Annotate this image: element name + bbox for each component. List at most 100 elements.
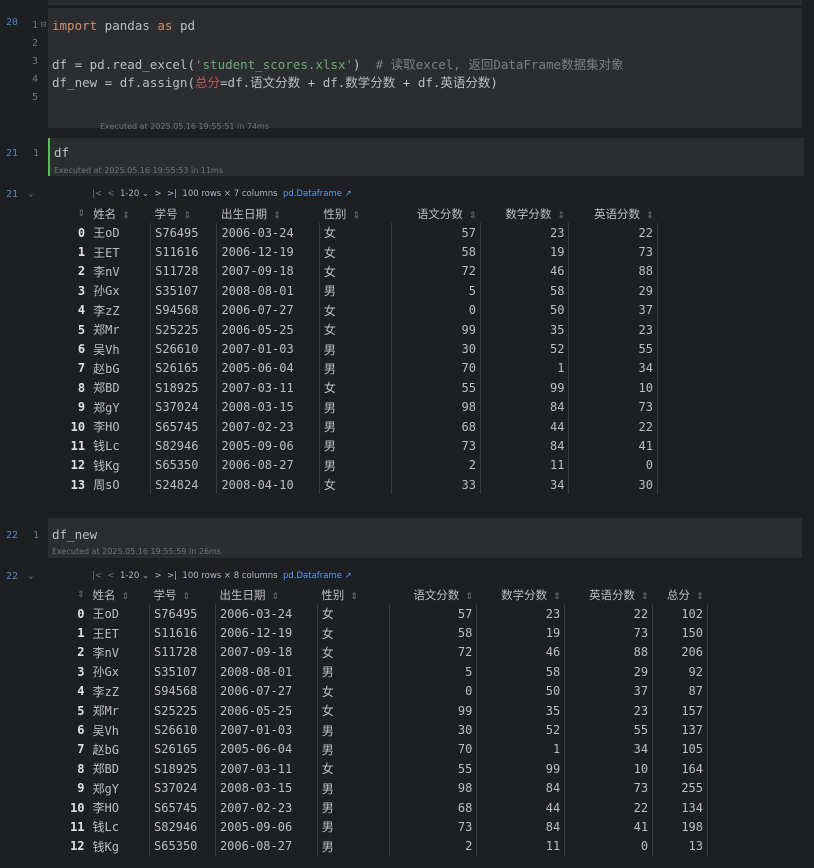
code-line[interactable]: import pandas as pd xyxy=(52,18,195,33)
column-header[interactable]: 学号 ⇕ xyxy=(150,585,216,604)
column-header[interactable]: 出生日期 ⇕ xyxy=(217,204,319,223)
dataframe-type-link[interactable]: pd.Dataframe ↗ xyxy=(283,571,352,581)
next-page-icon[interactable]: > xyxy=(154,189,161,199)
column-header[interactable]: 姓名 ⇕ xyxy=(89,204,151,223)
table-row[interactable]: 6 吴Vh S26610 2007-01-03 男 30 52 55 xyxy=(48,339,658,359)
table-row[interactable]: 4 李zZ S94568 2006-07-27 女 0 50 37 xyxy=(48,300,658,320)
table-row[interactable]: 3 孙Gx S35107 2008-08-01 男 5 58 29 92 xyxy=(48,662,708,682)
row-index: 12 xyxy=(70,458,86,473)
table-row[interactable]: 13 周sO S24824 2008-04-10 女 33 34 30 xyxy=(48,475,658,495)
table-cell: S26610 xyxy=(150,339,218,359)
sort-icon[interactable]: ⇕ xyxy=(122,592,130,602)
table-row[interactable]: 5 郑Mr S25225 2006-05-25 女 99 35 23 157 xyxy=(48,700,708,721)
sort-icon[interactable]: ⇕ xyxy=(350,592,358,602)
code-cell-22[interactable]: df_new Executed at 2025.05.16 19:55:59 i… xyxy=(48,518,802,558)
table-row[interactable]: 7 赵bG S26165 2005-06-04 男 70 1 34 xyxy=(48,358,658,379)
table-row[interactable]: 2 李nV S11728 2007-09-18 女 72 46 88 206 xyxy=(48,642,708,663)
table-row[interactable]: 11 钱Lc S82946 2005-09-06 男 73 84 41 xyxy=(48,436,658,456)
sort-icon[interactable]: ⇕ xyxy=(77,590,85,600)
sort-icon[interactable]: ⇕ xyxy=(352,211,360,221)
last-page-icon[interactable]: >| xyxy=(167,189,177,199)
sort-icon[interactable]: ⇕ xyxy=(696,592,704,602)
table-row[interactable]: 1 王ET S11616 2006-12-19 女 58 19 73 xyxy=(48,242,658,262)
sort-icon[interactable]: ⇕ xyxy=(553,592,561,602)
row-index: 0 xyxy=(77,606,85,621)
row-index: 4 xyxy=(77,684,85,699)
code-line[interactable]: df_new = df.assign(总分=df.语文分数 + df.数学分数 … xyxy=(52,72,498,91)
sort-icon[interactable]: ⇕ xyxy=(557,211,565,221)
column-header[interactable]: 姓名 ⇕ xyxy=(89,585,150,604)
table-cell: 34 xyxy=(564,739,654,760)
table-cell: 2008-03-15 xyxy=(215,778,318,798)
collapse-output-icon[interactable]: ⌄ xyxy=(28,189,33,199)
table-row[interactable]: 7 赵bG S26165 2005-06-04 男 70 1 34 105 xyxy=(48,739,708,760)
code-cell-20[interactable]: 1 import pandas as pd 2 3 df = pd.read_excel… xyxy=(32,8,802,131)
sort-icon[interactable]: ⇕ xyxy=(271,592,279,602)
sort-icon[interactable]: ⇕ xyxy=(646,211,654,221)
table-row[interactable]: 11 钱Lc S82946 2005-09-06 男 73 84 41 198 xyxy=(48,817,708,837)
table-row[interactable]: 9 郑gY S37024 2008-03-15 男 98 84 73 255 xyxy=(48,778,708,798)
code-line[interactable]: df xyxy=(54,145,69,160)
page-range-select[interactable]: 1-20 ⌄ xyxy=(120,189,149,199)
dataframe-type-link[interactable]: pd.Dataframe ↗ xyxy=(283,189,352,199)
table-cell: 女 xyxy=(317,623,390,643)
sort-icon[interactable]: ⇕ xyxy=(183,592,191,602)
sort-icon[interactable]: ⇕ xyxy=(273,211,281,221)
table-row[interactable]: 8 郑BD S18925 2007-03-11 女 55 99 10 xyxy=(48,378,658,398)
sort-icon[interactable]: ⇕ xyxy=(469,211,477,221)
sort-icon[interactable]: ⇕ xyxy=(465,592,473,602)
first-page-icon[interactable]: |< xyxy=(92,571,102,581)
page-range-select[interactable]: 1-20 ⌄ xyxy=(120,571,149,581)
table-row[interactable]: 12 钱Kg S65350 2006-08-27 男 2 11 0 xyxy=(48,455,658,476)
column-header[interactable]: 英语分数 ⇕ xyxy=(569,204,658,223)
table-row[interactable]: 3 孙Gx S35107 2008-08-01 男 5 58 29 xyxy=(48,281,658,301)
table-cell: 57 xyxy=(391,223,481,243)
column-header[interactable]: 性别 ⇕ xyxy=(319,204,392,223)
column-header[interactable]: 数学分数 ⇕ xyxy=(480,204,568,223)
index-header[interactable]: ⇕ xyxy=(48,585,89,604)
prev-page-icon[interactable]: < xyxy=(107,189,114,199)
table-row[interactable]: 10 李HO S65745 2007-02-23 男 68 44 22 xyxy=(48,416,658,437)
table-row[interactable]: 8 郑BD S18925 2007-03-11 女 55 99 10 164 xyxy=(48,759,708,779)
table-row[interactable]: 6 吴Vh S26610 2007-01-03 男 30 52 55 137 xyxy=(48,720,708,740)
table-row[interactable]: 10 李HO S65745 2007-02-23 男 68 44 22 134 xyxy=(48,797,708,818)
table-cell: 男 xyxy=(317,836,390,857)
table-cell: 55 xyxy=(389,759,478,779)
sort-icon[interactable]: ⇕ xyxy=(78,209,86,219)
sort-icon[interactable]: ⇕ xyxy=(641,592,649,602)
column-header[interactable]: 英语分数 ⇕ xyxy=(565,585,653,604)
prev-page-icon[interactable]: < xyxy=(107,571,114,581)
table-row[interactable]: 0 王oD S76495 2006-03-24 女 57 23 22 xyxy=(48,223,658,243)
table-row[interactable]: 9 郑gY S37024 2008-03-15 男 98 84 73 xyxy=(48,397,658,417)
column-header[interactable]: 语文分数 ⇕ xyxy=(392,204,480,223)
table-row[interactable]: 2 李nV S11728 2007-09-18 女 72 46 88 xyxy=(48,261,658,282)
column-header[interactable]: 性别 ⇕ xyxy=(317,585,389,604)
code-cell-21[interactable]: df Executed at 2025.05.16 19:55:53 in 11… xyxy=(48,138,804,176)
code-token: =df.语文分数 + df.数学分数 + df.英语分数) xyxy=(220,75,498,90)
table-row[interactable]: 12 钱Kg S65350 2006-08-27 男 2 11 0 13 xyxy=(48,836,708,857)
next-page-icon[interactable]: > xyxy=(154,571,161,581)
code-line[interactable]: df = pd.read_excel('student_scores.xlsx'… xyxy=(52,54,624,73)
column-header[interactable]: 总分 ⇕ xyxy=(653,585,708,604)
sort-icon[interactable]: ⇕ xyxy=(122,211,130,221)
fold-icon[interactable]: ⊟ xyxy=(41,20,46,30)
index-header[interactable]: ⇕ xyxy=(48,204,89,223)
sort-icon[interactable]: ⇕ xyxy=(184,211,192,221)
collapse-output-icon[interactable]: ⌄ xyxy=(28,571,33,581)
table-row[interactable]: 4 李zZ S94568 2006-07-27 女 0 50 37 87 xyxy=(48,681,708,701)
table-row[interactable]: 5 郑Mr S25225 2006-05-25 女 99 35 23 xyxy=(48,319,658,340)
code-line[interactable]: df_new xyxy=(52,527,97,542)
table-cell: 44 xyxy=(480,416,570,437)
last-page-icon[interactable]: >| xyxy=(167,571,177,581)
table-cell: 女 xyxy=(317,759,390,779)
column-header[interactable]: 学号 ⇕ xyxy=(151,204,217,223)
column-header[interactable]: 出生日期 ⇕ xyxy=(215,585,317,604)
row-count: 100 rows × 7 columns xyxy=(182,189,278,199)
column-header[interactable]: 语文分数 ⇕ xyxy=(389,585,477,604)
table-row[interactable]: 1 王ET S11616 2006-12-19 女 58 19 73 150 xyxy=(48,623,708,643)
table-cell: S37024 xyxy=(149,778,216,798)
first-page-icon[interactable]: |< xyxy=(92,189,102,199)
table-row[interactable]: 0 王oD S76495 2006-03-24 女 57 23 22 102 xyxy=(48,604,708,624)
table-cell: S35107 xyxy=(149,662,216,682)
column-header[interactable]: 数学分数 ⇕ xyxy=(477,585,565,604)
